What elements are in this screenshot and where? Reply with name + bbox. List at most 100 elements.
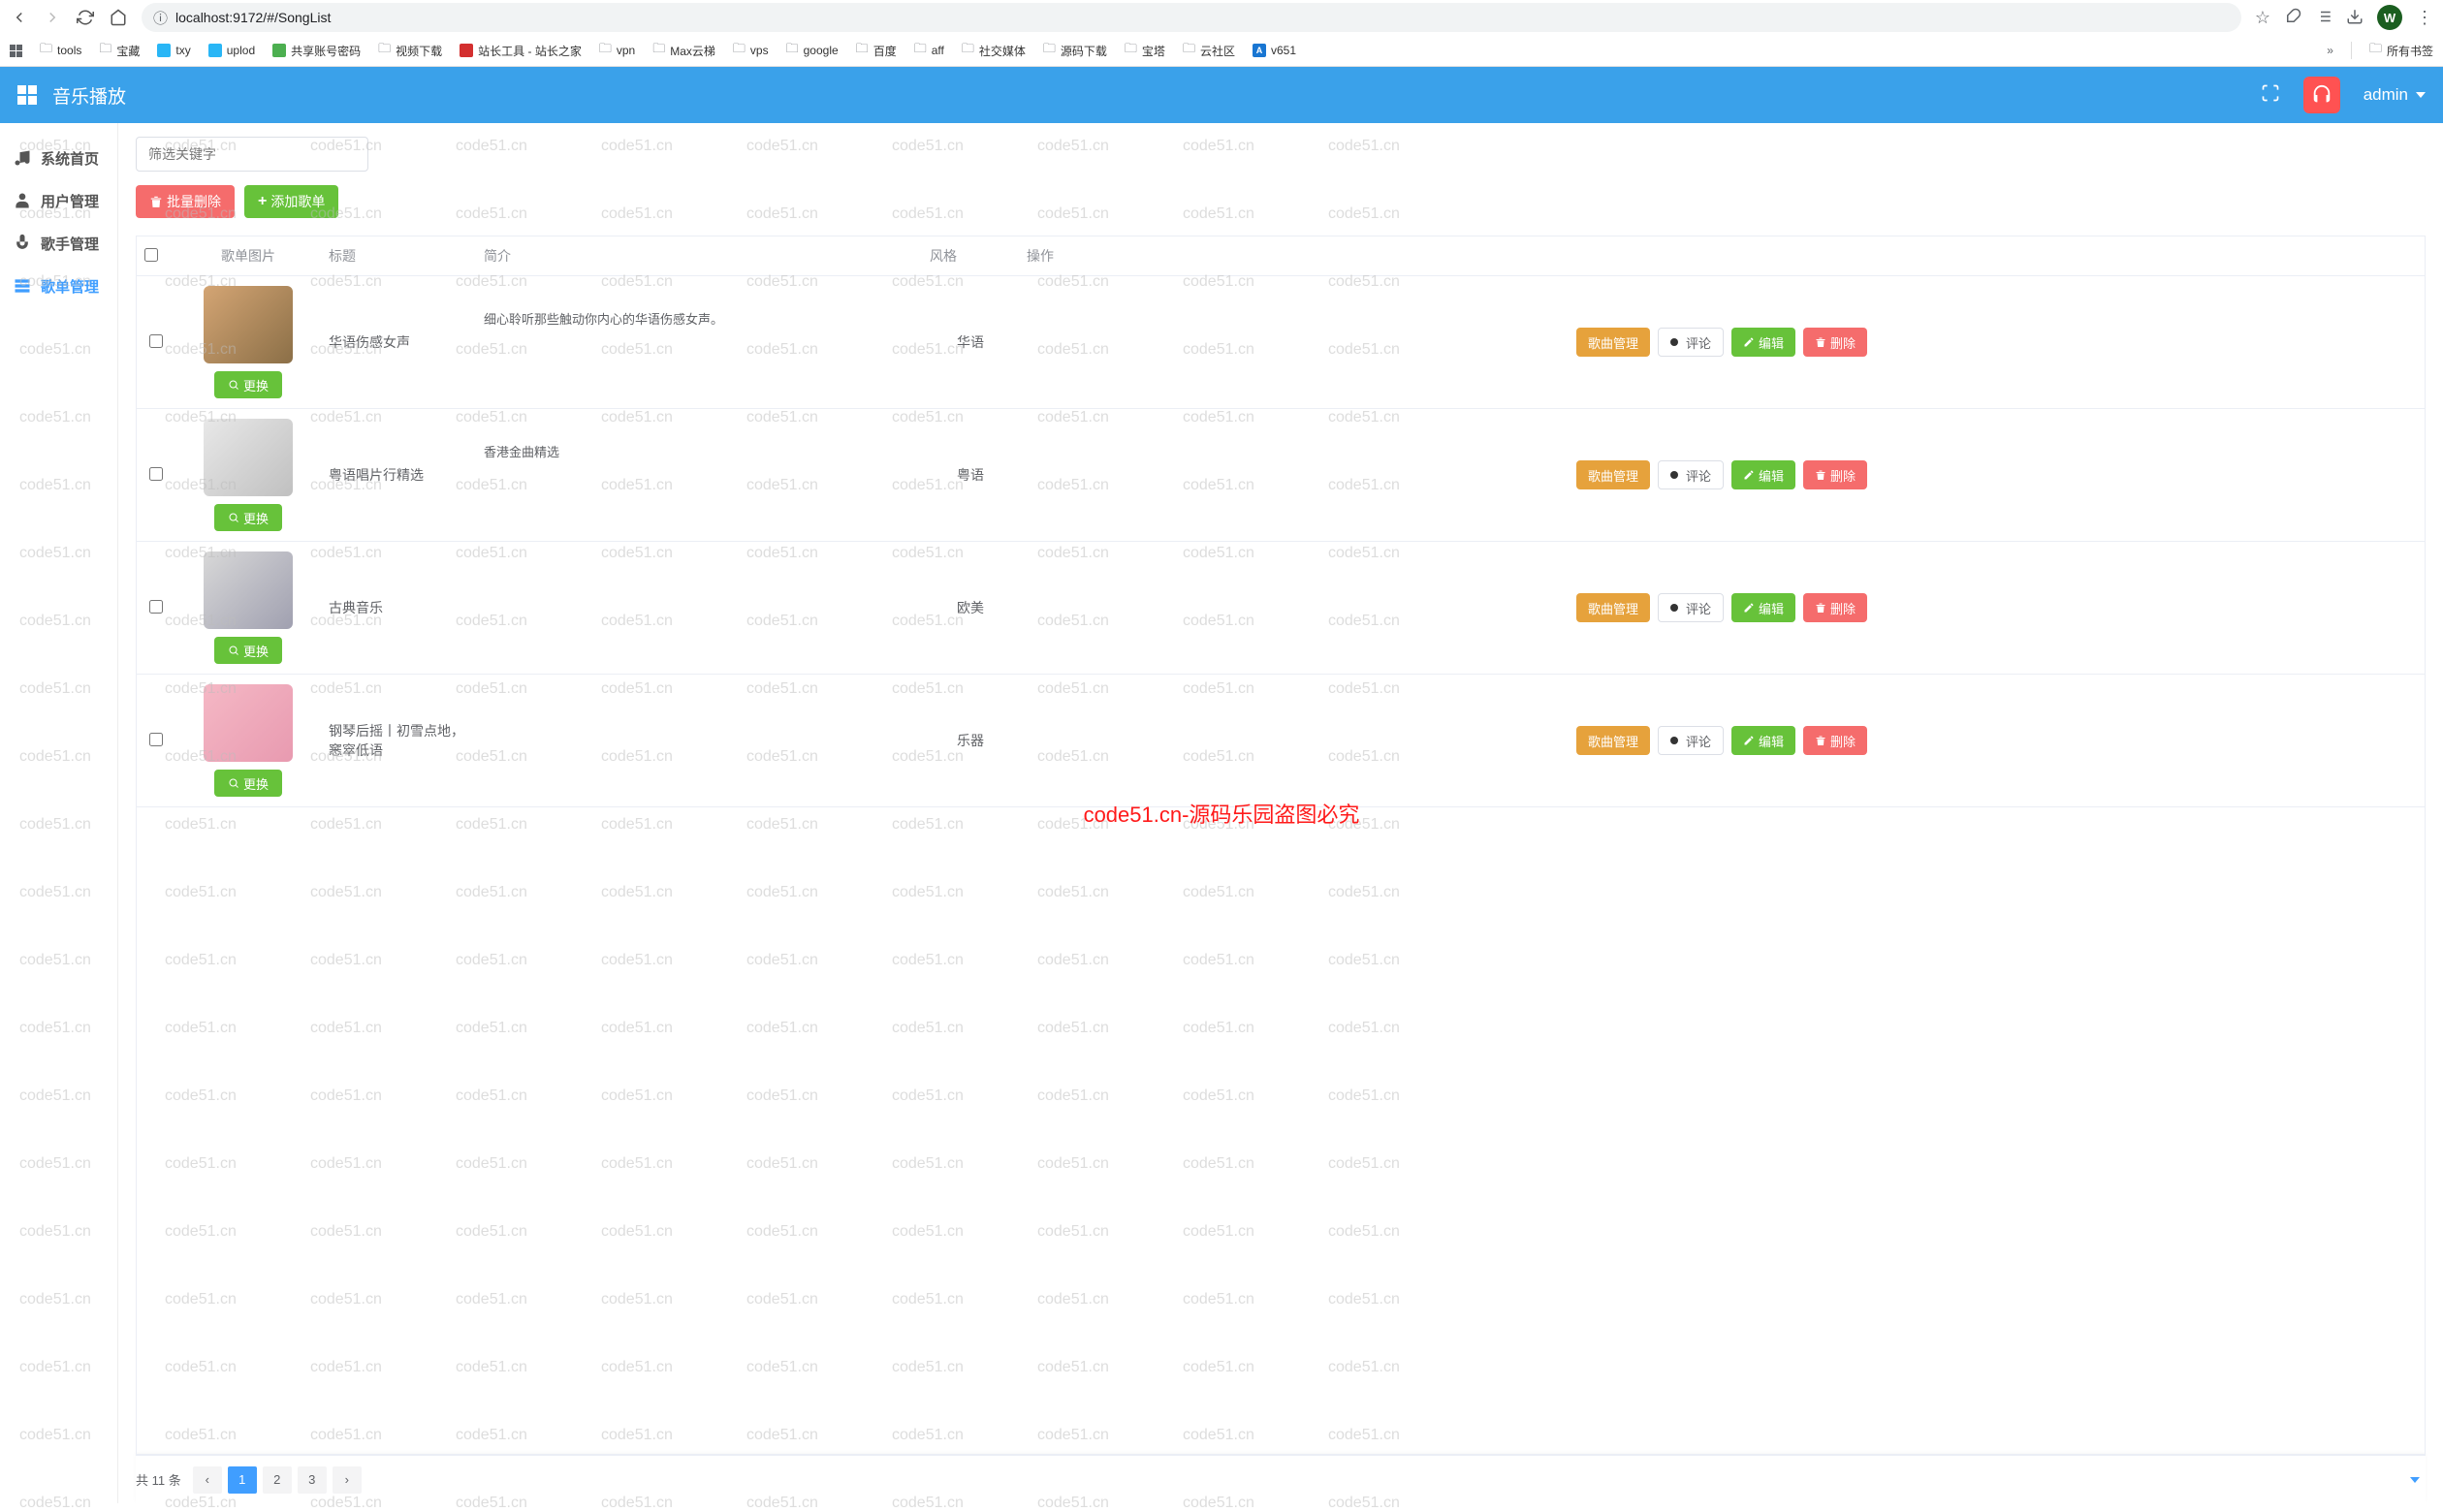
bookmark-label: v651 — [1271, 44, 1296, 57]
reading-list-icon[interactable] — [2315, 8, 2332, 28]
change-cover-button[interactable]: 更换 — [214, 770, 282, 797]
row-checkbox[interactable] — [149, 334, 163, 348]
song-manage-button[interactable]: 歌曲管理 — [1576, 328, 1650, 357]
ops-cell: 歌曲管理评论 编辑 删除 — [1027, 328, 2417, 357]
nav-forward-icon[interactable] — [43, 8, 62, 27]
row-checkbox[interactable] — [149, 467, 163, 481]
header-checkbox-cell — [137, 236, 175, 276]
bookmark-item[interactable]: uplod — [208, 44, 255, 57]
sidebar-item[interactable]: 歌单管理 — [0, 265, 117, 307]
bookmarks-overflow-icon[interactable]: » — [2327, 44, 2333, 57]
bookmark-item[interactable]: Av651 — [1253, 44, 1296, 57]
grid-menu-icon[interactable] — [17, 85, 37, 105]
user-dropdown[interactable]: admin — [2364, 85, 2426, 105]
bookmark-item[interactable]: 🗀Max云梯 — [652, 40, 715, 61]
ops-cell: 歌曲管理评论 编辑 删除 — [1027, 593, 2417, 622]
row-checkbox[interactable] — [149, 600, 163, 614]
row-desc[interactable] — [484, 705, 914, 776]
bookmark-item[interactable]: 🗀tools — [40, 40, 81, 61]
edit-button[interactable]: 编辑 — [1731, 328, 1795, 357]
change-cover-button[interactable]: 更换 — [214, 504, 282, 531]
edit-button[interactable]: 编辑 — [1731, 460, 1795, 489]
comment-button[interactable]: 评论 — [1658, 328, 1724, 357]
batch-delete-button[interactable]: 批量删除 — [136, 185, 235, 218]
edit-icon — [1743, 602, 1755, 614]
bookmark-item[interactable]: 🗀社交媒体 — [962, 40, 1026, 61]
bookmark-label: 站长工具 - 站长之家 — [478, 43, 582, 59]
row-style: 乐器 — [922, 675, 1019, 807]
delete-button[interactable]: 删除 — [1803, 593, 1867, 622]
select-all-checkbox[interactable] — [144, 248, 158, 262]
row-checkbox[interactable] — [149, 733, 163, 746]
star-icon[interactable]: ☆ — [2255, 8, 2270, 28]
bookmark-item[interactable] — [10, 45, 22, 57]
sidebar-item[interactable]: 歌手管理 — [0, 222, 117, 265]
add-songlist-button[interactable]: + 添加歌单 — [244, 185, 338, 218]
dot-icon — [1670, 604, 1678, 612]
user-icon — [12, 190, 33, 211]
bookmarks-bar: 🗀tools 🗀宝藏 txy uplod 共享账号密码 🗀视频下载 站长工具 - 站长之家 🗀… — [0, 35, 2443, 66]
song-manage-button[interactable]: 歌曲管理 — [1576, 593, 1650, 622]
reload-icon[interactable] — [76, 8, 95, 27]
song-manage-button[interactable]: 歌曲管理 — [1576, 726, 1650, 755]
comment-button[interactable]: 评论 — [1658, 460, 1724, 489]
edit-button[interactable]: 编辑 — [1731, 726, 1795, 755]
trash-icon — [1815, 602, 1826, 614]
bookmark-item[interactable]: 共享账号密码 — [272, 43, 361, 59]
headphone-button[interactable] — [2303, 77, 2340, 113]
page-number-button[interactable]: 2 — [263, 1466, 292, 1494]
bookmark-item[interactable]: 🗀视频下载 — [378, 40, 442, 61]
bookmark-item[interactable]: 🗀源码下载 — [1043, 40, 1107, 61]
bookmark-item[interactable]: 🗀vps — [733, 40, 769, 61]
edit-button[interactable]: 编辑 — [1731, 593, 1795, 622]
home-icon[interactable] — [109, 8, 128, 27]
fullscreen-icon[interactable] — [2261, 83, 2280, 108]
row-desc[interactable] — [484, 572, 914, 644]
bookmark-label: aff — [932, 44, 944, 57]
nav-back-icon[interactable] — [10, 8, 29, 27]
bookmark-item[interactable]: 🗀云社区 — [1183, 40, 1235, 61]
download-icon[interactable] — [2346, 8, 2364, 28]
row-desc[interactable]: 细心聆听那些触动你内心的华语伤感女声。 — [484, 306, 914, 378]
page-number-button[interactable]: 1 — [228, 1466, 257, 1494]
bookmark-item[interactable]: 🗀宝藏 — [99, 40, 140, 61]
page-size-dropdown[interactable] — [2410, 1477, 2420, 1483]
bookmark-item[interactable]: 🗀vpn — [599, 40, 635, 61]
page-prev-button[interactable]: ‹ — [193, 1466, 222, 1494]
chevron-down-icon — [2416, 92, 2426, 98]
header-ops: 操作 — [1019, 236, 2425, 276]
bookmark-item[interactable]: 🗀百度 — [856, 40, 897, 61]
delete-button[interactable]: 删除 — [1803, 328, 1867, 357]
app-body: 系统首页用户管理歌手管理歌单管理 批量删除 + 添加歌单 歌单图片 标题 — [0, 123, 2443, 1503]
bookmark-item[interactable]: 🗀aff — [914, 40, 944, 61]
delete-button[interactable]: 删除 — [1803, 460, 1867, 489]
bookmark-label: Max云梯 — [670, 43, 715, 59]
pagination-footer: 共 11 条 ‹ 123› — [136, 1455, 2426, 1503]
all-bookmarks-button[interactable]: 🗀所有书签 — [2369, 40, 2433, 61]
filter-input[interactable] — [136, 137, 368, 172]
page-number-button[interactable]: 3 — [298, 1466, 327, 1494]
sidebar-item[interactable]: 用户管理 — [0, 179, 117, 222]
filter-row — [136, 137, 2426, 172]
address-bar[interactable]: ⓘ localhost:9172/#/SongList — [142, 3, 2241, 32]
row-title: 古典音乐 — [321, 542, 476, 675]
profile-avatar[interactable]: W — [2377, 5, 2402, 30]
site-info-icon[interactable]: ⓘ — [153, 8, 168, 28]
bookmark-item[interactable]: 🗀宝塔 — [1125, 40, 1165, 61]
cover-image — [204, 286, 293, 363]
change-cover-button[interactable]: 更换 — [214, 371, 282, 398]
page-next-button[interactable]: › — [333, 1466, 362, 1494]
comment-button[interactable]: 评论 — [1658, 726, 1724, 755]
comment-button[interactable]: 评论 — [1658, 593, 1724, 622]
menu-dots-icon[interactable]: ⋮ — [2416, 8, 2433, 28]
change-cover-button[interactable]: 更换 — [214, 637, 282, 664]
row-desc[interactable]: 香港金曲精选 — [484, 439, 914, 511]
bookmark-item[interactable]: 🗀google — [786, 40, 839, 61]
bookmark-item[interactable]: 站长工具 - 站长之家 — [460, 43, 582, 59]
sidebar-item[interactable]: 系统首页 — [0, 137, 117, 179]
bookmark-item[interactable]: txy — [157, 44, 190, 57]
delete-button[interactable]: 删除 — [1803, 726, 1867, 755]
table-row: 更换古典音乐欧美歌曲管理评论 编辑 删除 — [137, 542, 2425, 675]
song-manage-button[interactable]: 歌曲管理 — [1576, 460, 1650, 489]
extension-icon[interactable] — [2284, 8, 2301, 28]
